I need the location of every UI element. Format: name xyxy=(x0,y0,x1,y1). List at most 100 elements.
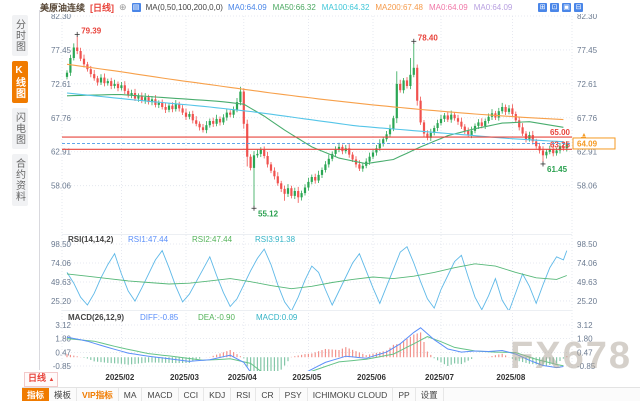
ma-legend: MA0:64.09 MA50:66.32 MA100:64.32 MA200:67.4… xyxy=(228,3,512,12)
svg-text:-0.85: -0.85 xyxy=(577,362,596,371)
add-indicator-icon[interactable]: ⊕ xyxy=(119,3,127,12)
svg-text:55.12: 55.12 xyxy=(258,209,279,218)
toolbar-item-CR[interactable]: CR xyxy=(256,388,279,401)
toolbar-item-MA[interactable]: MA xyxy=(119,388,143,401)
svg-text:0.47: 0.47 xyxy=(577,348,593,357)
svg-text:65.00: 65.00 xyxy=(550,128,571,137)
ma-legend-item: MA0:64.09 xyxy=(228,3,267,12)
toolbar-item-CCI[interactable]: CCI xyxy=(179,388,205,401)
svg-text:79.39: 79.39 xyxy=(81,26,102,35)
date-tick-label: 2025/08 xyxy=(496,373,525,382)
window-layout-icons: ⊞⊡▣⊟ xyxy=(538,3,640,12)
toolbar-item-VIP指标[interactable]: VIP指标 xyxy=(77,388,119,401)
split-pane-icon[interactable]: ⊟ xyxy=(574,3,583,12)
date-tick-label: 2025/04 xyxy=(228,373,257,382)
svg-text:0.47: 0.47 xyxy=(55,348,71,357)
svg-text:MACD:0.09: MACD:0.09 xyxy=(256,313,298,322)
rsi-panel: RSI(14,14,2)RSI1:47.44RSI2:47.44RSI3:91.… xyxy=(51,235,598,306)
svg-text:MACD(26,12,9): MACD(26,12,9) xyxy=(68,313,124,322)
sidebar-item-闪电图[interactable]: 闪电图 xyxy=(12,108,28,149)
toolbar-item-指标[interactable]: 指标 xyxy=(22,388,49,401)
active-pane-icon[interactable]: ▣ xyxy=(562,3,571,12)
svg-text:74.06: 74.06 xyxy=(51,259,72,268)
ma-legend-item: MA200:67.48 xyxy=(375,3,423,12)
svg-text:RSI2:47.44: RSI2:47.44 xyxy=(192,235,233,244)
indicator-toolbar: 指标模板VIP指标MAMACDCCIKDJRSICRPSYICHIMOKU CL… xyxy=(22,387,640,401)
period-arrow-icon: ▲ xyxy=(49,377,55,383)
date-tick-label: 2025/02 xyxy=(105,373,134,382)
svg-text:58.06: 58.06 xyxy=(51,182,72,191)
svg-text:74.06: 74.06 xyxy=(577,259,598,268)
svg-text:RSI1:47.44: RSI1:47.44 xyxy=(128,235,169,244)
chart-svg: 82.3082.3077.4577.4572.6172.6167.7667.76… xyxy=(40,14,640,372)
svg-text:3.12: 3.12 xyxy=(55,321,71,330)
svg-text:DEA:-0.90: DEA:-0.90 xyxy=(198,313,235,322)
period-tag: [日线] xyxy=(90,1,114,14)
svg-text:64.09: 64.09 xyxy=(577,139,598,148)
svg-text:58.06: 58.06 xyxy=(577,182,598,191)
chart-type-icon[interactable]: ▤ xyxy=(132,3,141,12)
grid-layout-icon[interactable]: ⊞ xyxy=(538,3,547,12)
svg-text:67.76: 67.76 xyxy=(51,114,72,123)
rsi-lines xyxy=(67,247,567,312)
price-annotations: 79.39 78.40 55.12 61.45 xyxy=(75,26,568,218)
svg-text:49.63: 49.63 xyxy=(51,278,72,287)
ma-legend-item: MA0:64.09 xyxy=(429,3,468,12)
date-tick-label: 2025/06 xyxy=(357,373,386,382)
toolbar-item-ICHIMOKU CLOUD[interactable]: ICHIMOKU CLOUD xyxy=(308,388,394,401)
svg-text:77.45: 77.45 xyxy=(51,46,72,55)
date-tick-label: 2025/07 xyxy=(425,373,454,382)
svg-text:-0.85: -0.85 xyxy=(53,362,72,371)
chart-canvas[interactable]: 82.3082.3077.4577.4572.6172.6167.7667.76… xyxy=(40,14,640,372)
ma-setting-label[interactable]: MA(0,50,100,200,0,0) xyxy=(146,3,223,12)
gridlines xyxy=(62,16,572,370)
toolbar-item-KDJ[interactable]: KDJ xyxy=(204,388,231,401)
toolbar-item-模板[interactable]: 模板 xyxy=(49,388,77,401)
svg-text:63.25: 63.25 xyxy=(550,140,571,149)
macd-lines xyxy=(67,328,563,372)
chart-header: 美原油连续 [日线] ⊕ ▤ MA(0,50,100,200,0,0) MA0:… xyxy=(40,0,640,14)
ma-legend-item: MA50:66.32 xyxy=(273,3,316,12)
ma-legend-item: MA0:64.09 xyxy=(474,3,513,12)
main-price-panel: 82.3082.3077.4577.4572.6172.6167.7667.76… xyxy=(51,14,598,191)
svg-text:DIFF:-0.85: DIFF:-0.85 xyxy=(140,313,179,322)
left-sidebar: 分时图 K线图闪电图合约资料 xyxy=(0,10,40,370)
svg-text:25.20: 25.20 xyxy=(51,297,72,306)
svg-text:1.80: 1.80 xyxy=(577,335,593,344)
ma-line-MA50 xyxy=(67,95,563,164)
toolbar-item-PP[interactable]: PP xyxy=(393,388,415,401)
toolbar-item-RSI[interactable]: RSI xyxy=(231,388,256,401)
date-tick-label: 2025/03 xyxy=(170,373,199,382)
svg-text:72.61: 72.61 xyxy=(577,80,598,89)
svg-text:98.50: 98.50 xyxy=(577,240,598,249)
svg-text:25.20: 25.20 xyxy=(577,297,598,306)
rsi-slow-line xyxy=(67,264,567,289)
sidebar-item-合约资料[interactable]: 合约资料 xyxy=(12,154,28,206)
svg-text:RSI3:91.38: RSI3:91.38 xyxy=(255,235,296,244)
toolbar-item-MACD[interactable]: MACD xyxy=(142,388,178,401)
toolbar-item-设置[interactable]: 设置 xyxy=(416,388,444,401)
period-selector[interactable]: 日线 ▲ xyxy=(24,372,58,387)
period-label: 日线 xyxy=(28,373,46,383)
svg-text:78.40: 78.40 xyxy=(418,33,439,42)
sidebar-item-分时图[interactable]: 分时图 xyxy=(12,15,28,56)
toolbar-item-PSY[interactable]: PSY xyxy=(280,388,308,401)
svg-text:72.61: 72.61 xyxy=(51,80,72,89)
svg-text:82.30: 82.30 xyxy=(51,14,72,21)
app-window: { "header": { "title": "美原油连续", "period_… xyxy=(0,0,640,400)
sidebar-item-K线图[interactable]: K线图 xyxy=(12,61,28,103)
svg-text:3.12: 3.12 xyxy=(577,321,593,330)
candlestick-layer xyxy=(66,36,568,206)
rsi-fast-line xyxy=(67,247,567,312)
svg-text:61.45: 61.45 xyxy=(547,165,568,174)
svg-text:77.45: 77.45 xyxy=(577,46,598,55)
date-tick-label: 2025/05 xyxy=(292,373,321,382)
ma-line-MA200 xyxy=(67,64,563,119)
symbol-title: 美原油连续 xyxy=(40,1,85,14)
svg-text:98.50: 98.50 xyxy=(51,240,72,249)
macd-panel: MACD(26,12,9) DIFF:-0.85 DEA:-0.90 MACD:0.0… xyxy=(53,313,596,371)
ma-legend-item: MA100:64.32 xyxy=(322,3,370,12)
svg-text:82.30: 82.30 xyxy=(577,14,598,21)
diff-line xyxy=(67,328,563,372)
single-pane-icon[interactable]: ⊡ xyxy=(550,3,559,12)
